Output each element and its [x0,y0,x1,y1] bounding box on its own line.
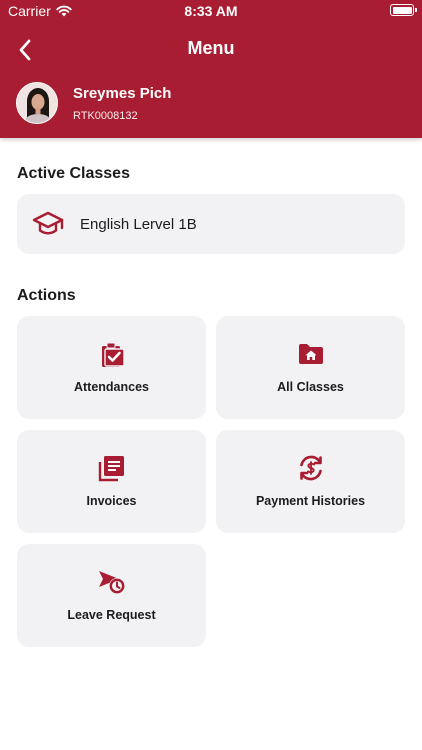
class-label: English Lervel 1B [80,215,197,233]
app-header: Carrier 8:33 AM Menu Sreymes Pich RTK000… [0,0,422,138]
leave-request-button[interactable]: Leave Request [17,544,206,647]
leave-request-label: Leave Request [67,608,156,622]
leave-clock-icon [17,568,206,596]
actions-title: Actions [17,287,76,304]
profile-id: RTK0008132 [73,109,138,122]
profile-summary: Sreymes Pich RTK0008132 [16,82,171,124]
battery-icon [390,4,417,16]
all-classes-button[interactable]: All Classes [216,316,405,419]
page-title: Menu [187,38,235,58]
profile-name: Sreymes Pich [73,84,172,102]
invoices-button[interactable]: Invoices [17,430,206,533]
payment-histories-button[interactable]: Payment Histories [216,430,405,533]
status-time: 8:33 AM [184,3,238,19]
all-classes-label: All Classes [277,380,344,394]
attendances-label: Attendances [73,380,150,394]
avatar [16,82,58,124]
folder-home-icon [216,340,405,368]
graduation-cap-icon [31,207,65,241]
nav-bar: Menu [0,30,422,70]
attendances-button[interactable]: Attendances [17,316,206,419]
invoices-label: Invoices [86,494,137,508]
payment-histories-label: Payment Histories [255,494,366,508]
clipboard-check-icon [17,340,206,368]
document-list-icon [17,454,206,482]
active-classes-title: Active Classes [17,165,130,182]
payment-history-icon [216,454,405,482]
class-card[interactable]: English Lervel 1B [17,194,405,254]
status-bar: Carrier 8:33 AM [0,0,422,22]
